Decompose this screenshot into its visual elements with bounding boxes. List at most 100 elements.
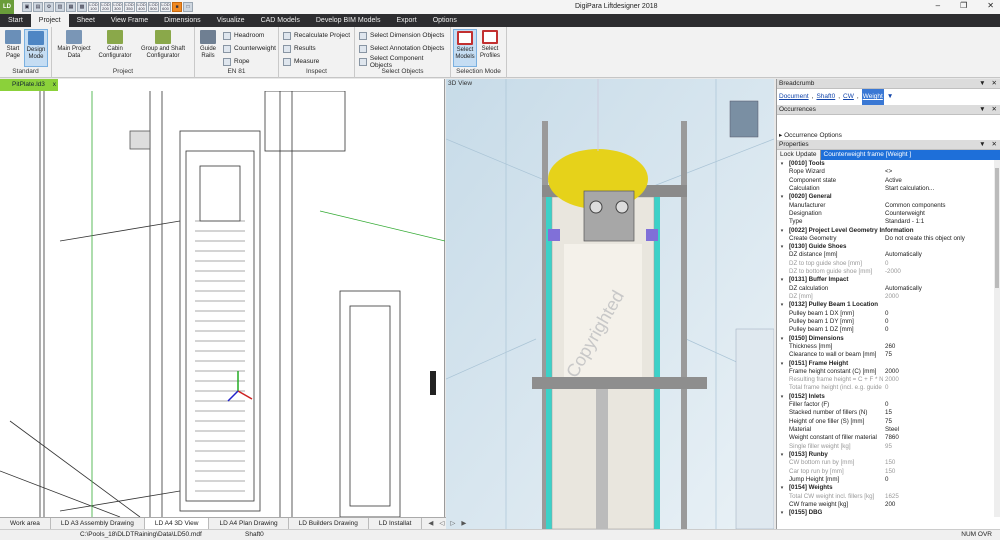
lod-200-button[interactable]: LOD 200	[100, 2, 111, 12]
property-value[interactable]: Standard - 1:1	[883, 218, 1000, 226]
sheet-icon[interactable]: ▥	[55, 2, 65, 12]
property-value[interactable]: 2000	[883, 376, 1000, 384]
property-value[interactable]: -2000	[883, 268, 1000, 276]
property-row[interactable]: Jump Height [mm] 0	[777, 476, 1000, 484]
collapse-icon[interactable]: ▾	[777, 276, 787, 284]
property-row[interactable]: Thickness [mm] 260	[777, 343, 1000, 351]
scroll-thumb[interactable]	[995, 168, 999, 288]
collapse-icon[interactable]: ▾	[777, 301, 787, 309]
next-tab-icon[interactable]: ▷	[450, 518, 455, 529]
settings-icon[interactable]: ⚙	[44, 2, 54, 12]
select-profiles-button[interactable]: Select Profiles	[477, 29, 503, 67]
3d-view-panel[interactable]: Copyrighted 3D View	[446, 79, 774, 529]
breadcrumb-item-weight[interactable]: Weight	[861, 89, 884, 105]
sheet-tab-a4-3d-view[interactable]: LD A4 3D View	[144, 518, 210, 529]
property-value[interactable]: Counterweight	[883, 210, 1000, 218]
properties-close-icon[interactable]: ✕	[992, 140, 997, 150]
property-category[interactable]: ▾ [0154] Weights	[777, 484, 1000, 492]
property-row[interactable]: CW frame weight [kg] 200	[777, 501, 1000, 509]
property-row[interactable]: CW bottom run by [mm] 150	[777, 459, 1000, 467]
tab-cad-models[interactable]: CAD Models	[253, 14, 308, 27]
page-icon[interactable]: □	[183, 2, 193, 12]
property-value[interactable]: 95	[883, 443, 1000, 451]
property-row[interactable]: Car top run by [mm] 150	[777, 468, 1000, 476]
minimize-button[interactable]: –	[936, 1, 940, 10]
property-category[interactable]: ▾ [0153] Runby	[777, 451, 1000, 459]
property-row[interactable]: Material Steel	[777, 426, 1000, 434]
property-value[interactable]: 75	[883, 418, 1000, 426]
property-category[interactable]: ▾ [0022] Project Level Geometry Informati…	[777, 227, 1000, 235]
property-value[interactable]: 1625	[883, 493, 1000, 501]
occurrences-close-icon[interactable]: ✕	[992, 105, 997, 115]
property-category[interactable]: ▾ [0132] Pulley Beam 1 Location	[777, 301, 1000, 309]
lod-300-button[interactable]: LOD 300	[112, 2, 123, 12]
start-page-button[interactable]: Start Page	[2, 29, 24, 67]
property-value[interactable]: 0	[883, 326, 1000, 334]
sheet-tab-installation[interactable]: LD Installat	[369, 518, 423, 529]
property-row[interactable]: Clearance to wall or beam [mm] 75	[777, 351, 1000, 359]
rope-button[interactable]: Rope	[223, 56, 276, 67]
property-row[interactable]: Designation Counterweight	[777, 210, 1000, 218]
lod-500-button[interactable]: LOD 500	[148, 2, 159, 12]
select-dimension-objects-button[interactable]: Select Dimension Objects	[359, 30, 446, 41]
tab-options[interactable]: Options	[425, 14, 465, 27]
property-row[interactable]: Stacked number of fillers (N) 15	[777, 409, 1000, 417]
last-tab-icon[interactable]: ▶	[461, 518, 466, 529]
lod-350-button[interactable]: LOD 350	[124, 2, 135, 12]
recalculate-project-button[interactable]: Recalculate Project	[283, 30, 350, 41]
document-tab[interactable]: PitPlate.ld3 x	[0, 79, 58, 91]
print-icon[interactable]: ▩	[77, 2, 87, 12]
property-row[interactable]: Resulting frame height = C + F * N * 2000	[777, 376, 1000, 384]
tab-dimensions[interactable]: Dimensions	[156, 14, 209, 27]
property-row[interactable]: Filler factor (F) 0	[777, 401, 1000, 409]
headroom-button[interactable]: Headroom	[223, 30, 276, 41]
property-value[interactable]: <>	[883, 168, 1000, 176]
property-row[interactable]: DZ to bottom guide shoe [mm] -2000	[777, 268, 1000, 276]
property-category[interactable]: ▾ [0150] Dimensions	[777, 335, 1000, 343]
property-row[interactable]: Height of one filler (S) [mm] 75	[777, 418, 1000, 426]
property-row[interactable]: Total frame height (incl. e.g. guide sh 0	[777, 384, 1000, 392]
sheet-tab-builders[interactable]: LD Builders Drawing	[289, 518, 369, 529]
breadcrumb-close-icon[interactable]: ✕	[992, 79, 997, 89]
property-value[interactable]: Do not create this object only	[883, 235, 1000, 243]
tab-develop-bim-models[interactable]: Develop BIM Models	[308, 14, 389, 27]
document-tab-close[interactable]: x	[53, 79, 56, 91]
highlight-tool-icon[interactable]: ■	[172, 2, 182, 12]
select-component-objects-button[interactable]: Select Component Objects	[359, 55, 446, 69]
tab-project[interactable]: Project	[30, 14, 69, 27]
property-row[interactable]: Frame height constant (C) [mm] 2000	[777, 368, 1000, 376]
property-value[interactable]: Automatically	[883, 251, 1000, 259]
main-project-data-button[interactable]: Main Project Data	[54, 29, 94, 67]
property-value[interactable]: 200	[883, 501, 1000, 509]
property-row[interactable]: Pulley beam 1 DY [mm] 0	[777, 318, 1000, 326]
collapse-icon[interactable]: ▾	[777, 509, 787, 517]
property-scrollbar[interactable]	[994, 160, 1000, 517]
cabin-configurator-button[interactable]: Cabin Configurator	[94, 29, 136, 67]
property-value[interactable]: 0	[883, 476, 1000, 484]
property-category[interactable]: ▾ [0131] Buffer Impact	[777, 276, 1000, 284]
property-category[interactable]: ▾ [0155] DBG	[777, 509, 1000, 517]
app-icon[interactable]: LD	[0, 0, 14, 14]
tab-export[interactable]: Export	[388, 14, 424, 27]
property-row[interactable]: Component state Active	[777, 177, 1000, 185]
group-shaft-configurator-button[interactable]: Group and Shaft Configurator	[136, 29, 190, 67]
first-tab-icon[interactable]: ◀	[428, 518, 433, 529]
collapse-icon[interactable]: ▾	[777, 193, 787, 201]
properties-pin-icon[interactable]: ▼	[979, 140, 985, 150]
tab-sheet[interactable]: Sheet	[69, 14, 103, 27]
property-value[interactable]: 0	[883, 260, 1000, 268]
occurrences-pin-icon[interactable]: ▼	[979, 105, 985, 115]
property-row[interactable]: Calculation Start calculation...	[777, 185, 1000, 193]
tab-visualize[interactable]: Visualize	[209, 14, 253, 27]
open-folder-icon[interactable]: ▣	[22, 2, 32, 12]
property-value[interactable]: 15	[883, 409, 1000, 417]
sheet-tab-a3-assembly[interactable]: LD A3 Assembly Drawing	[51, 518, 145, 529]
property-category[interactable]: ▾ [0151] Frame Height	[777, 360, 1000, 368]
pin-icon[interactable]: ▼	[979, 79, 985, 89]
property-row[interactable]: Pulley beam 1 DX [mm] 0	[777, 310, 1000, 318]
property-value[interactable]: 2000	[883, 368, 1000, 376]
counterweight-button[interactable]: Counterweight	[223, 43, 276, 54]
property-value[interactable]: Automatically	[883, 285, 1000, 293]
collapse-icon[interactable]: ▾	[777, 393, 787, 401]
tab-view-frame[interactable]: View Frame	[103, 14, 156, 27]
